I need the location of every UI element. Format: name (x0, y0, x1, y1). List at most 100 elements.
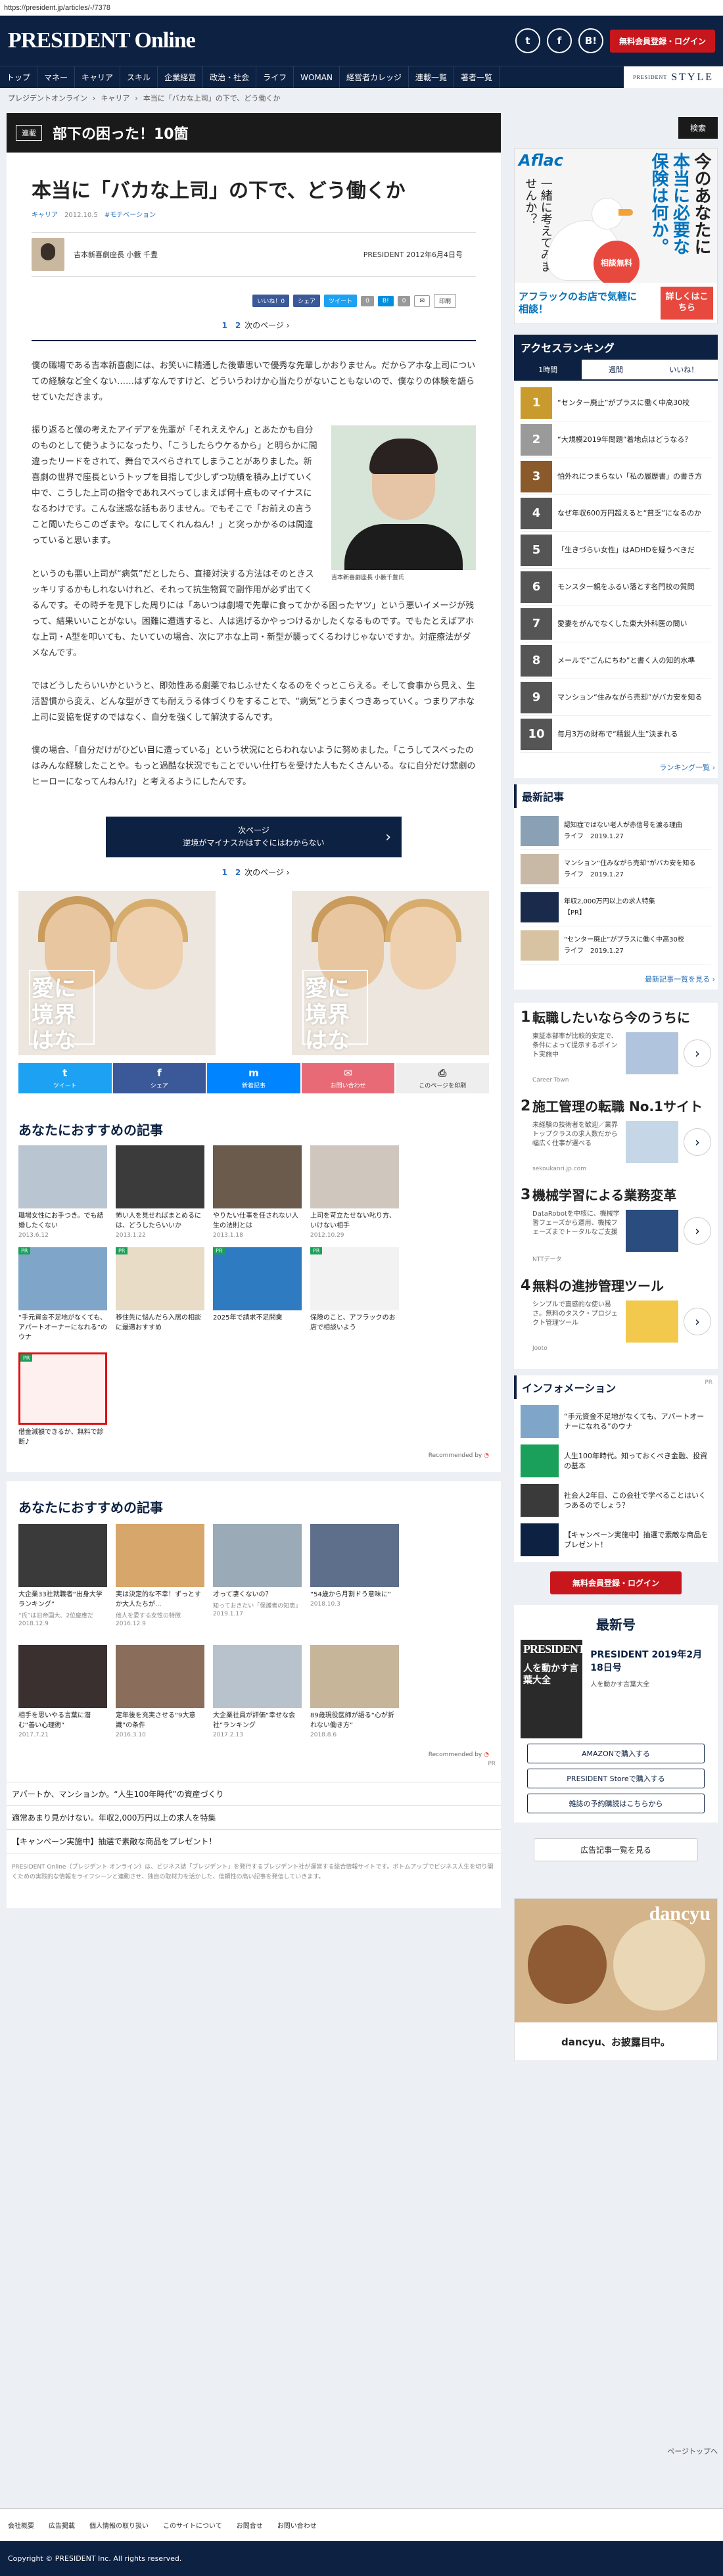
tab-weekly[interactable]: 週間 (582, 360, 649, 379)
recommend-card[interactable]: やりたい仕事を任されない人生の法則とは 2013.1.18 (213, 1145, 302, 1239)
recommend-title[interactable]: 定年後を充実させる“9大意識”の条件 (116, 1711, 204, 1730)
recommend-title[interactable]: 借金減額できるか、無料で診断♪ (18, 1427, 107, 1447)
magazine-cover[interactable]: PRESIDENT 人を動かす言葉大全 (521, 1640, 583, 1738)
site-logo[interactable]: PRESIDENT Online (8, 28, 196, 53)
recommend-card[interactable]: PR 借金減額できるか、無料で診断♪ (18, 1352, 107, 1448)
subscribe-button[interactable]: 雑誌の予約購読はこちらから (527, 1794, 705, 1813)
author-name[interactable]: 吉本新喜劇座長 小籔 千豊 (74, 249, 158, 260)
ad-headline[interactable]: 転職したいなら今のうちに (532, 1009, 711, 1027)
latest-thumb[interactable] (521, 815, 559, 846)
latest-item[interactable]: “センター廃止”がプラスに働く中高30校 ライフ 2019.1.27 (521, 926, 711, 965)
recommend-card[interactable]: 実は決定的な不幸！ずっとすか大人たちが... 他人を愛する女性の特徴 2016.12… (116, 1524, 204, 1627)
recommend-card[interactable]: PR “手元資金不足地がなくても、アパートオーナーになれる”のウナ (18, 1247, 107, 1344)
recommend-thumb[interactable] (18, 1524, 107, 1588)
recommend-card[interactable]: PR 2025年で請求不足開業 (213, 1247, 302, 1344)
footer-link[interactable]: お問合せ (237, 2520, 263, 2530)
nav-skill[interactable]: スキル (120, 66, 158, 88)
recommend-thumb[interactable]: PR (18, 1247, 107, 1311)
recommend-thumb[interactable] (310, 1524, 399, 1588)
recommend-title[interactable]: 才って凄くないの？ (213, 1590, 302, 1600)
like-button[interactable]: いいね！0 (252, 295, 290, 307)
recommend-thumb[interactable] (310, 1645, 399, 1709)
fb-share-button[interactable]: シェア (293, 295, 321, 307)
recommend-thumb[interactable] (213, 1645, 302, 1709)
mail-icon[interactable]: ✉ (414, 295, 430, 307)
footer-link[interactable]: 会社概要 (8, 2520, 34, 2530)
style-link[interactable]: PRESIDENT STYLE (624, 66, 723, 88)
tweet-button[interactable]: ツイート (324, 295, 358, 307)
recommend-thumb[interactable]: PR (310, 1247, 399, 1311)
recommend-title[interactable]: 上司を苛立たせない叱り方、いけない相手 (310, 1211, 399, 1231)
info-item[interactable]: “手元資金不足地がなくても、アパートオーナーになれる”のウナ (521, 1402, 711, 1441)
page-1-link[interactable]: 1 (222, 321, 227, 330)
recommend-thumb[interactable] (213, 1145, 302, 1209)
twitter-icon[interactable]: t (515, 28, 540, 53)
info-title[interactable]: 人生100年時代。知っておくべき金融、投資の基本 (564, 1451, 711, 1471)
ad-image[interactable] (626, 1300, 678, 1343)
chevron-right-icon[interactable]: › (684, 1039, 711, 1067)
recommend-title[interactable]: “手元資金不足地がなくても、アパートオーナーになれる”のウナ (18, 1313, 107, 1343)
page-top-link[interactable]: ページトップへ (667, 2446, 718, 2456)
ranking-title[interactable]: 怕外れにつまらない「私の履歴書」の書き方 (557, 471, 702, 481)
aflac-cta[interactable]: 詳しくはこちら (661, 287, 713, 320)
ranking-item[interactable]: 2 “大規模2019年問題”着地点はどうなる？ (521, 421, 711, 458)
text-ad[interactable]: 2 施工管理の転職 No.1サイト 未経験の技術者を歓迎／業界トップクラスの求人数だ… (521, 1098, 711, 1172)
latest-title[interactable]: 認知症ではない老人が赤信号を渡る理由 (564, 821, 682, 830)
ranking-title[interactable]: “センター廃止”がプラスに働く中高30校 (557, 398, 689, 408)
latest-thumb[interactable] (521, 930, 559, 961)
ranking-title[interactable]: 愛妻をがんでなくした東大外科医の問い (557, 619, 687, 629)
ranking-title[interactable]: メールで“ごんにちわ”と書く人の知的水準 (557, 656, 695, 665)
ranking-title[interactable]: なぜ年収600万円超えると“貧乏”になるのか (557, 508, 701, 518)
ranking-title[interactable]: 「生きづらい女性」はADHDを疑うべきだ (557, 545, 695, 555)
ranking-title[interactable]: 毎月3万の財布で“精鋭人生”決まれる (557, 729, 678, 739)
latest-item[interactable]: 年収2,000万円以上の求人特集 【PR】 (521, 888, 711, 926)
mail-share[interactable]: ✉ お問い合わせ (301, 1063, 395, 1094)
recommend-thumb[interactable]: PR (116, 1247, 204, 1311)
info-thumb[interactable] (521, 1444, 559, 1477)
ad-image[interactable] (626, 1032, 678, 1074)
ad-image[interactable] (626, 1210, 678, 1252)
next-page-button[interactable]: 次ページ 逆境がマイナスかはすぐにはわからない (106, 817, 402, 858)
latest-thumb[interactable] (521, 853, 559, 884)
ranking-item[interactable]: 9 マンション“住みながら売却”がバカ安を知る (521, 679, 711, 716)
ad-banner[interactable]: 愛に境界はない (18, 891, 216, 1056)
info-thumb[interactable] (521, 1523, 559, 1556)
messenger-share[interactable]: m 新着記事 (207, 1063, 300, 1094)
recommend-card[interactable]: 大企業33社就職者“出身大学ランキング” “氏”は旧帝国大、2位慶應だ 2018.1… (18, 1524, 107, 1627)
latest-item[interactable]: マンション“住みながら売却”がバカ安を知る ライフ 2019.1.27 (521, 850, 711, 888)
recommend-thumb[interactable] (213, 1524, 302, 1588)
ad-headline[interactable]: 機械学習による業務変革 (532, 1187, 711, 1205)
next-page-link[interactable]: 次のページ › (245, 321, 289, 330)
ranking-item[interactable]: 8 メールで“ごんにちわ”と書く人の知的水準 (521, 642, 711, 679)
recommend-title[interactable]: 移住先に悩んだら入居の相談に最適おすすめ (116, 1313, 204, 1333)
nav-woman[interactable]: WOMAN (294, 66, 340, 88)
article-category[interactable]: キャリア (32, 212, 58, 219)
nav-business[interactable]: 企業経営 (158, 66, 204, 88)
nav-authors[interactable]: 著者一覧 (454, 66, 500, 88)
info-thumb[interactable] (521, 1484, 559, 1517)
nav-top[interactable]: トップ (0, 66, 38, 88)
recommend-card[interactable]: “54歳から月割ドう意味に” 2018.10.3 (310, 1524, 399, 1627)
recommend-title[interactable]: 89歳現役医師が語る“心が折れない働き方” (310, 1711, 399, 1730)
recommend-card[interactable]: 定年後を充実させる“9大意識”の条件 2016.3.10 (116, 1645, 204, 1738)
recommend-title[interactable]: 2025年で請求不足開業 (213, 1313, 302, 1323)
ranking-title[interactable]: モンスター親をふるい落とす名門校の質問 (557, 582, 694, 592)
pr-link[interactable]: アパートか、マンションか。“人生100年時代”の資産づくり (7, 1782, 501, 1807)
login-button[interactable]: 無料会員登録・ログイン (609, 29, 715, 53)
recommend-thumb[interactable] (116, 1524, 204, 1588)
store-button[interactable]: PRESIDENT Storeで購入する (527, 1769, 705, 1788)
recommend-card[interactable]: 上司を苛立たせない叱り方、いけない相手 2012.10.29 (310, 1145, 399, 1239)
recommend-title[interactable]: 大企業33社就職者“出身大学ランキング” (18, 1590, 107, 1610)
aflac-ad[interactable]: Aflac 一緒に考えてみませんか？ 今のあなたに本当に必要な保険は何か。 相談… (514, 148, 718, 324)
latest-thumb[interactable] (521, 892, 559, 922)
info-item[interactable]: 人生100年時代。知っておくべき金融、投資の基本 (521, 1441, 711, 1481)
nav-life[interactable]: ライフ (256, 66, 294, 88)
ad-image[interactable] (626, 1121, 678, 1163)
hatena-button[interactable]: B! (377, 295, 394, 306)
tweet-share[interactable]: t ツイート (18, 1063, 112, 1094)
recommend-title[interactable]: 怖い人を見せればまとめるには、どうしたらいいか (116, 1211, 204, 1231)
recommend-thumb[interactable] (116, 1645, 204, 1709)
print-button[interactable]: 印刷 (433, 294, 456, 308)
info-title[interactable]: 社会人2年目、この会社で学べることはいくつあるのでしょう？ (564, 1491, 711, 1511)
recommend-thumb[interactable]: PR (18, 1352, 107, 1425)
